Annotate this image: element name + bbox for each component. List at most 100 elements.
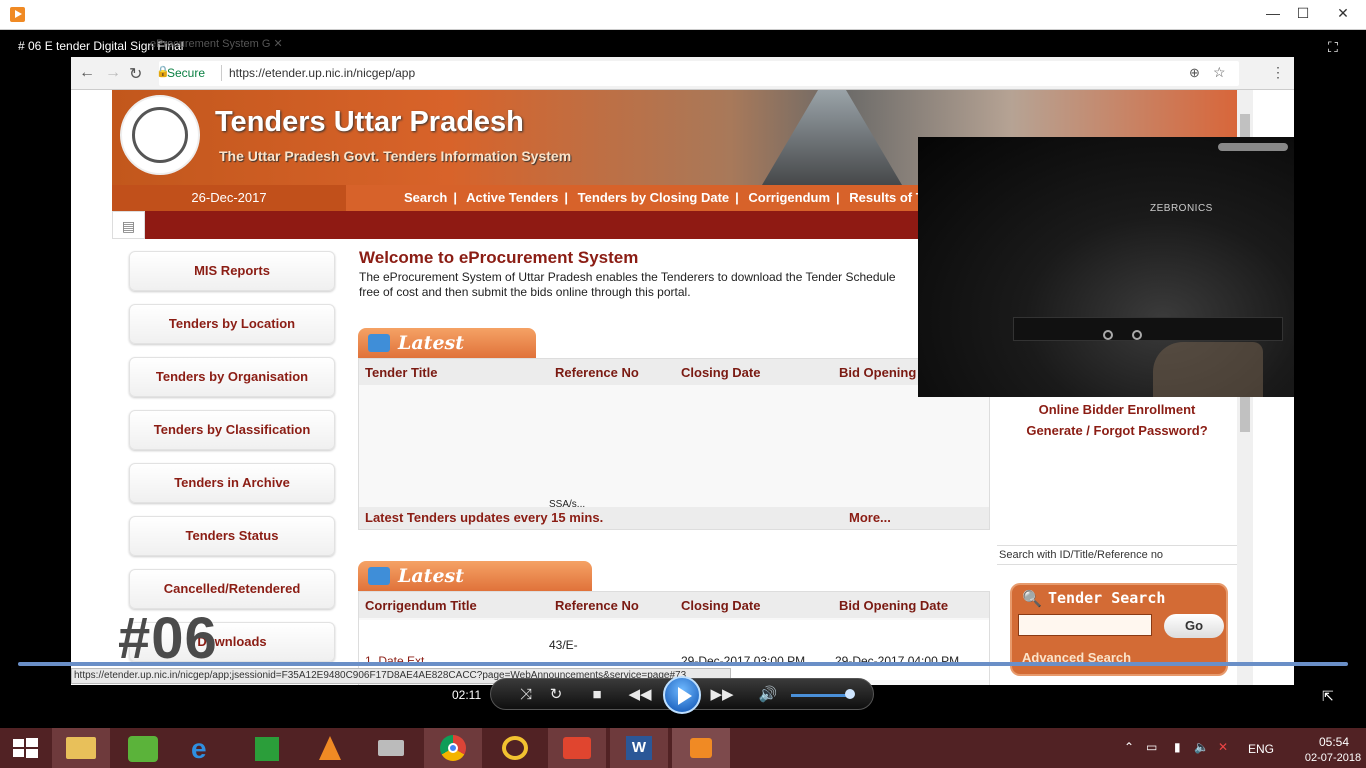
network-disconnected-icon[interactable]: ✕: [1218, 740, 1228, 754]
document-icon[interactable]: ▤: [112, 211, 145, 239]
media-player-taskbar-icon[interactable]: [672, 728, 730, 768]
forgot-password-link[interactable]: Generate / Forgot Password?: [997, 420, 1237, 441]
col-reference-no: Reference No: [555, 365, 639, 380]
latest-corrigendums-heading: Latest Corrigendums: [358, 561, 592, 617]
url-separator: [221, 65, 222, 81]
clock-date[interactable]: 02-07-2018: [1300, 752, 1366, 764]
go-button[interactable]: Go: [1164, 614, 1224, 638]
online-bidder-enrollment-link[interactable]: Online Bidder Enrollment: [997, 399, 1237, 420]
windows-logo-icon: [13, 739, 24, 747]
left-nav-cancelled-retendered[interactable]: Cancelled/Retendered: [129, 569, 335, 609]
bookmark-star-icon[interactable]: ☆: [1213, 64, 1226, 81]
welcome-title: Welcome to eProcurement System: [359, 248, 639, 267]
stop-icon[interactable]: ■: [584, 684, 610, 706]
clock-time[interactable]: 05:54: [1306, 735, 1362, 749]
url-text[interactable]: https://etender.up.nic.in/nicgep/app: [229, 66, 415, 80]
seek-bar[interactable]: [18, 662, 1348, 666]
fullscreen-icon[interactable]: ⛶: [1328, 40, 1346, 54]
col-bid-opening-date: Bid Opening Date: [839, 598, 949, 613]
up-emblem-logo: [120, 95, 200, 175]
playback-time: 02:11: [452, 688, 482, 702]
left-nav-tenders-by-classification[interactable]: Tenders by Classification: [129, 410, 335, 450]
search-hint: Search with ID/Title/Reference no: [997, 545, 1237, 565]
nav-tenders-by-closing-date[interactable]: Tenders by Closing Date: [578, 190, 729, 205]
chrome-icon[interactable]: [424, 728, 482, 768]
player-controls: ⤨ ↻ ■ ◀◀ ▶▶ 🔊: [490, 676, 874, 714]
internet-explorer-icon[interactable]: e: [176, 728, 234, 768]
menu-icon[interactable]: ⋮: [1271, 64, 1285, 81]
play-button[interactable]: [663, 676, 701, 714]
address-bar: ← → ↻ 🔒 Secure https://etender.up.nic.in…: [71, 57, 1294, 90]
nav-search[interactable]: Search: [404, 190, 447, 205]
vlc-icon[interactable]: [300, 728, 358, 768]
nav-corrigendum[interactable]: Corrigendum: [748, 190, 830, 205]
switch-to-library-icon[interactable]: ⇱: [1322, 688, 1334, 705]
table-header: Tender Title Reference No Closing Date B…: [359, 359, 989, 385]
top-nav: Search | Active Tenders | Tenders by Closi…: [404, 190, 966, 205]
partial-cell: SSA/s...: [549, 499, 586, 507]
reference-cell: 43/E-: [549, 638, 578, 652]
current-date: 26-Dec-2017: [112, 185, 346, 211]
language-indicator[interactable]: ENG: [1248, 742, 1274, 756]
table-header: Corrigendum Title Reference No Closing D…: [359, 592, 989, 618]
browser-tab[interactable]: eProcurement System G ✕: [150, 37, 400, 55]
windows-logo-icon: [13, 749, 24, 757]
start-button[interactable]: [0, 728, 50, 768]
nav-active-tenders[interactable]: Active Tenders: [466, 190, 558, 205]
show-hidden-icons-icon[interactable]: ⌃: [1124, 740, 1134, 754]
volume-slider[interactable]: [791, 694, 853, 697]
camtasia-icon[interactable]: [114, 728, 172, 768]
hand-shape: [1153, 342, 1263, 397]
latest-tenders-table: Tender Title Reference No Closing Date B…: [358, 358, 990, 530]
bidder-links: Online Bidder Enrollment Generate / Forg…: [997, 399, 1237, 441]
file-explorer-icon[interactable]: [52, 728, 110, 768]
repeat-icon[interactable]: ↻: [543, 684, 569, 706]
folder-icon: [368, 334, 390, 352]
usb-port-icon: [1103, 330, 1113, 340]
latest-tenders-heading: Latest Tenders: [358, 328, 536, 384]
table-footer: Latest Tenders updates every 15 mins. Mo…: [359, 507, 989, 529]
volume-icon[interactable]: 🔊: [755, 684, 781, 706]
secure-label: Secure: [167, 66, 206, 80]
col-corrigendum-title: Corrigendum Title: [365, 598, 477, 613]
left-nav-mis-reports[interactable]: MIS Reports: [129, 251, 335, 291]
volume-knob[interactable]: [845, 689, 855, 699]
left-nav-tenders-in-archive[interactable]: Tenders in Archive: [129, 463, 335, 503]
col-tender-title: Tender Title: [365, 365, 438, 380]
tender-search-title: Tender Search: [1048, 589, 1166, 607]
left-nav-tenders-status[interactable]: Tenders Status: [129, 516, 335, 556]
close-button[interactable]: ✕: [1320, 0, 1366, 28]
road-image: [762, 90, 902, 185]
tender-search-input[interactable]: [1018, 614, 1152, 636]
word-icon[interactable]: W: [610, 728, 668, 768]
zoom-icon[interactable]: ⊕: [1189, 65, 1200, 81]
windows-taskbar: e W ⌃ ▭ ▮ 🔈 ✕ ENG: [0, 728, 1366, 768]
pip-brand-text: ZEBRONICS: [1150, 203, 1213, 214]
audio-app-icon[interactable]: [486, 728, 544, 768]
webcam-overlay: ZEBRONICS: [918, 137, 1294, 397]
forward-icon[interactable]: →: [105, 64, 121, 82]
reload-icon[interactable]: ↻: [129, 64, 142, 84]
shuffle-icon[interactable]: ⤨: [513, 684, 539, 706]
speaker-icon[interactable]: 🔈: [1194, 740, 1209, 754]
more-link[interactable]: More...: [849, 510, 891, 525]
media-player-app-icon: [10, 7, 25, 22]
next-icon[interactable]: ▶▶: [709, 684, 735, 706]
omnibox[interactable]: 🔒 Secure https://etender.up.nic.in/nicge…: [156, 61, 1239, 86]
window-titlebar: — ☐ ✕: [0, 0, 1366, 30]
welcome-text: The eProcurement System of Uttar Pradesh…: [359, 270, 896, 299]
left-nav-tenders-by-organisation[interactable]: Tenders by Organisation: [129, 357, 335, 397]
windows-logo-icon: [26, 749, 38, 758]
back-icon[interactable]: ←: [79, 64, 95, 82]
browser-tab-label: eProcurement System G: [150, 38, 271, 50]
col-closing-date: Closing Date: [681, 598, 761, 613]
battery-icon[interactable]: ▮: [1174, 740, 1181, 754]
left-nav-tenders-by-location[interactable]: Tenders by Location: [129, 304, 335, 344]
previous-icon[interactable]: ◀◀: [627, 684, 653, 706]
recorder-icon[interactable]: [548, 728, 606, 768]
pip-device-slot: [1013, 317, 1283, 341]
store-icon[interactable]: [238, 728, 296, 768]
system-tool-icon[interactable]: [362, 728, 420, 768]
action-center-icon[interactable]: ▭: [1146, 740, 1157, 754]
pip-highlight: [1218, 143, 1288, 151]
